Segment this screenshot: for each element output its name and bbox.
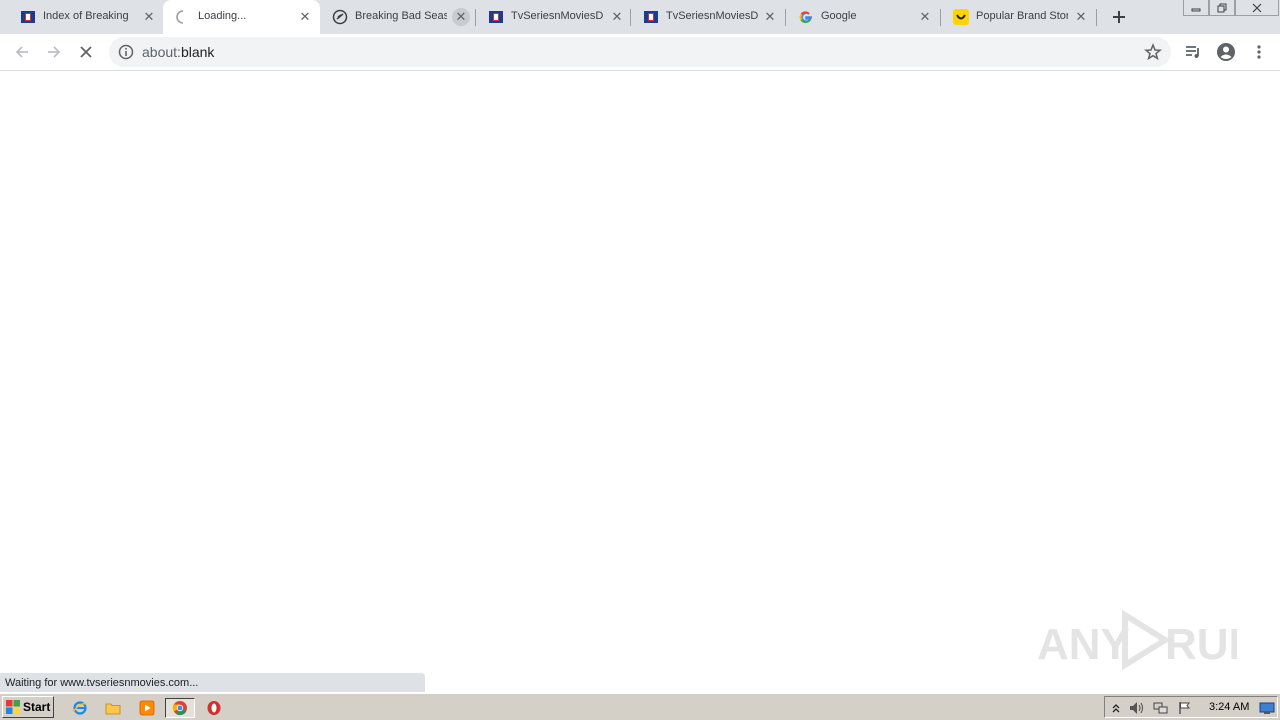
minimize-icon (1191, 8, 1201, 11)
network-button[interactable] (1153, 700, 1169, 716)
chrome-icon (172, 701, 187, 716)
quicklaunch-explorer[interactable] (103, 698, 123, 718)
windows-logo-icon (6, 700, 20, 714)
start-label: Start (23, 700, 51, 714)
taskbar: Start 3:24 AM (0, 693, 1280, 720)
account-circle-icon (1217, 43, 1235, 61)
close-icon (80, 46, 92, 58)
show-desktop-button[interactable] (1259, 700, 1275, 716)
play-icon (1122, 609, 1171, 671)
tab-separator (785, 9, 786, 26)
tray-expand-icon (1112, 704, 1120, 713)
tab-title: Google (821, 10, 857, 22)
tab-close-button[interactable]: ✕ (1072, 8, 1090, 26)
loading-spinner-icon (176, 10, 184, 24)
url-path: blank (180, 44, 215, 60)
flag-icon (1179, 702, 1191, 714)
tvseries-icon (21, 11, 35, 23)
tab-close-button[interactable]: ✕ (761, 8, 779, 26)
quicklaunch-opera[interactable] (204, 698, 224, 718)
media-player-icon (139, 700, 155, 716)
system-tray: 3:24 AM (1104, 696, 1278, 718)
tab-loading[interactable]: Loading... ✕ (163, 0, 320, 34)
volume-button[interactable] (1129, 700, 1145, 716)
bookmark-star-icon[interactable] (1144, 43, 1162, 61)
tab-close-button[interactable]: ✕ (452, 8, 470, 26)
address-bar[interactable]: about:blank (109, 37, 1171, 67)
network-icon (1153, 702, 1168, 714)
arrow-left-icon (15, 46, 28, 58)
plus-icon (1113, 11, 1125, 23)
tab-close-button[interactable]: ✕ (916, 8, 934, 26)
speaker-icon (1130, 702, 1144, 714)
tab-separator (475, 9, 476, 26)
watermark-text-left: ANY (1037, 620, 1130, 669)
info-icon[interactable] (118, 44, 134, 60)
tab-tvseriesnmoviesdl[interactable]: TvSeriesnMoviesDL ✕ (476, 0, 630, 34)
tvseries-icon (644, 11, 658, 23)
anyrun-watermark: ANY RUN (1037, 609, 1237, 671)
explorer-icon (105, 703, 121, 715)
quicklaunch-ie[interactable] (70, 698, 90, 718)
desktop-icon (1259, 702, 1275, 714)
close-window-button[interactable] (1235, 0, 1279, 16)
close-icon (1252, 3, 1262, 12)
minimize-button[interactable] (1183, 0, 1209, 16)
back-button[interactable] (10, 40, 34, 64)
ie-icon (72, 701, 88, 715)
google-icon (799, 11, 812, 24)
new-tab-button[interactable] (1109, 7, 1129, 27)
action-center-button[interactable] (1177, 700, 1193, 716)
screen: Index of Breaking B ✕ Loading... ✕ Break… (0, 0, 1280, 720)
menu-button[interactable] (1248, 41, 1270, 63)
url-scheme: about: (142, 44, 181, 60)
tab-tvseriesnmoviesdl-2[interactable]: TvSeriesnMoviesDL ✕ (631, 0, 785, 34)
stop-loading-button[interactable] (74, 40, 98, 64)
tab-title: Popular Brand Store (976, 10, 1068, 22)
tray-expand-button[interactable] (1108, 700, 1124, 716)
tab-title: Index of Breaking B (43, 10, 131, 22)
address-text[interactable]: about:blank (142, 44, 214, 60)
start-button[interactable]: Start (2, 696, 54, 718)
clock[interactable]: 3:24 AM (1209, 701, 1249, 713)
arrow-right-icon (48, 46, 61, 58)
tab-title: TvSeriesnMoviesDL (666, 10, 758, 22)
tab-close-button[interactable]: ✕ (140, 8, 158, 26)
tab-separator (1096, 9, 1097, 26)
tab-close-button[interactable]: ✕ (608, 8, 626, 26)
profile-button[interactable] (1215, 41, 1237, 63)
tab-close-button[interactable]: ✕ (296, 8, 314, 26)
window-controls (1183, 0, 1279, 18)
tab-title: Breaking Bad Seaso (355, 10, 447, 22)
tab-popular-brand-store[interactable]: Popular Brand Store ✕ (941, 0, 1096, 34)
media-controls-button[interactable] (1182, 41, 1204, 63)
tab-google[interactable]: Google ✕ (786, 0, 940, 34)
quicklaunch-media-player[interactable] (137, 698, 157, 718)
tab-breaking-bad-season[interactable]: Breaking Bad Seaso ✕ (320, 0, 475, 34)
browser-toolbar: about:blank (0, 34, 1280, 71)
tab-title: Loading... (198, 10, 247, 22)
page-content (0, 72, 1280, 692)
restore-button[interactable] (1209, 0, 1235, 16)
kebab-menu-icon (1257, 45, 1261, 59)
tab-index-of-breaking-bad[interactable]: Index of Breaking B ✕ (8, 0, 160, 34)
opera-icon (207, 701, 221, 715)
tvseries-icon (489, 11, 503, 23)
tab-title: TvSeriesnMoviesDL (511, 10, 603, 22)
status-bubble: Waiting for www.tvseriesnmovies.com... (0, 673, 425, 692)
tab-strip: Index of Breaking B ✕ Loading... ✕ Break… (0, 0, 1280, 34)
shield-icon (332, 9, 348, 25)
media-queue-icon (1186, 46, 1199, 58)
tab-separator (940, 9, 941, 26)
taskbar-chrome-button[interactable] (165, 698, 195, 718)
tab-separator (630, 9, 631, 26)
forward-button[interactable] (42, 40, 66, 64)
restore-icon (1217, 3, 1227, 12)
watermark-text-right: RUN (1165, 620, 1237, 669)
smile-icon (953, 9, 969, 25)
